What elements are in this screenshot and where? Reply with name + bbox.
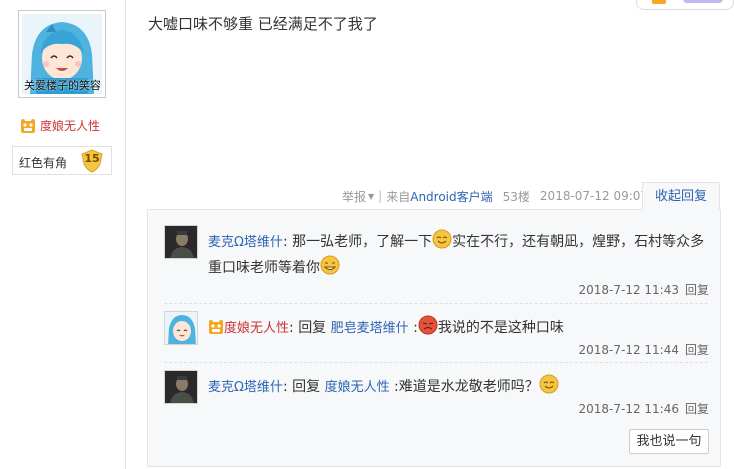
- smile-emoji-icon: [432, 229, 452, 249]
- reply-button[interactable]: 回复: [685, 402, 709, 416]
- list-item: 度娘无人性: 回复 肥皂麦塔维什 : 我说的不是这种口味 2018-7-12 11…: [164, 311, 709, 361]
- colon: :: [289, 320, 294, 336]
- reply-button[interactable]: 回复: [685, 343, 709, 357]
- post-time: 2018-07-12 09:07: [539, 189, 649, 203]
- reply-avatar[interactable]: [164, 225, 198, 259]
- poster-name-row[interactable]: 度娘无人性: [20, 117, 100, 134]
- level-title: 红色有角: [19, 156, 68, 170]
- reply-text-part: 难道是水龙敬老师吗？: [398, 379, 539, 395]
- reply-meta: 2018-7-12 11:46 回复: [578, 400, 709, 417]
- anime-avatar-image: [165, 312, 197, 344]
- post-tail: 举报 ▼ | 来自 Android客户端 53楼 2018-07-12 09:0…: [342, 187, 648, 205]
- reply-to-link[interactable]: 肥皂麦塔维什: [331, 321, 409, 336]
- reply-button[interactable]: 回复: [685, 283, 709, 297]
- source-label: 来自: [386, 189, 411, 204]
- report-label: 举报: [342, 189, 367, 204]
- poster-name[interactable]: 度娘无人性: [40, 117, 100, 134]
- reply-text: 度娘无人性: 回复 肥皂麦塔维什 : 我说的不是这种口味: [208, 315, 709, 341]
- reply-to-link[interactable]: 度娘无人性: [325, 380, 390, 395]
- level-number: 15: [84, 152, 100, 165]
- reply-meta: 2018-7-12 11:43 回复: [578, 281, 709, 298]
- list-item: 麦克Ω塔维什: 回复 度娘无人性 :难道是水龙敬老师吗？ 2018-7-12 1…: [164, 370, 709, 420]
- chevron-down-icon: ▼: [368, 191, 375, 201]
- top-right-badge[interactable]: [636, 0, 734, 10]
- grin-emoji-icon: [320, 255, 340, 275]
- reply-author[interactable]: 度娘无人性: [224, 321, 289, 336]
- reply-avatar[interactable]: [164, 311, 198, 345]
- say-something-button[interactable]: 我也说一句: [629, 429, 709, 454]
- post-content: 大嘘口味不够重 已经满足不了我了: [148, 15, 378, 33]
- reply-text-part: 我说的不是这种口味: [437, 320, 564, 336]
- avatar-caption: 关爱楼子的笑容: [24, 79, 100, 92]
- reply-text: 麦克Ω塔维什: 那一弘老师，了解一下 实在不行，还有朝凪，煌野，石村等众多重口味老…: [208, 229, 709, 280]
- divider: [164, 303, 708, 304]
- collapse-replies-button[interactable]: 收起回复: [642, 182, 720, 210]
- reply-word: 回复: [298, 320, 327, 336]
- level-badge-box[interactable]: 红色有角 15: [12, 146, 112, 175]
- badge-icon: [652, 0, 666, 4]
- client-link[interactable]: Android客户端: [410, 188, 492, 205]
- bear-paw-icon: [21, 118, 35, 133]
- author-sidebar: 关爱楼子的笑容 度娘无人性 红色有角 15: [0, 0, 126, 469]
- smile-emoji-icon: [539, 374, 559, 394]
- divider: [164, 362, 708, 363]
- reply-avatar[interactable]: [164, 370, 198, 404]
- list-item: 麦克Ω塔维什: 那一弘老师，了解一下 实在不行，还有朝凪，煌野，石村等众多重口味老…: [164, 225, 709, 305]
- bear-paw-icon: [209, 320, 223, 334]
- colon: :: [282, 379, 288, 395]
- angry-emoji-icon: [418, 315, 438, 335]
- poster-avatar[interactable]: 关爱楼子的笑容: [18, 10, 106, 98]
- reply-time: 2018-7-12 11:44: [578, 343, 679, 357]
- separator: |: [378, 189, 383, 203]
- reply-text-part: 那一弘老师，了解一下: [292, 234, 433, 250]
- soldier-avatar-image: [165, 226, 197, 258]
- floor-number: 53楼: [502, 189, 530, 204]
- reply-meta: 2018-7-12 11:44 回复: [578, 341, 709, 358]
- reply-word: 回复: [292, 379, 321, 395]
- reply-author[interactable]: 麦克Ω塔维什: [208, 235, 283, 250]
- reply-time: 2018-7-12 11:43: [578, 283, 679, 297]
- soldier-avatar-image: [165, 371, 197, 403]
- badge-pill-icon: [683, 0, 723, 3]
- reply-text: 麦克Ω塔维什: 回复 度娘无人性 :难道是水龙敬老师吗？: [208, 374, 709, 400]
- reply-list: 麦克Ω塔维什: 那一弘老师，了解一下 实在不行，还有朝凪，煌野，石村等众多重口味老…: [147, 209, 721, 467]
- reply-time: 2018-7-12 11:46: [578, 402, 679, 416]
- report-link[interactable]: 举报 ▼: [342, 188, 374, 205]
- colon: :: [282, 234, 288, 250]
- reply-author[interactable]: 麦克Ω塔维什: [208, 380, 283, 395]
